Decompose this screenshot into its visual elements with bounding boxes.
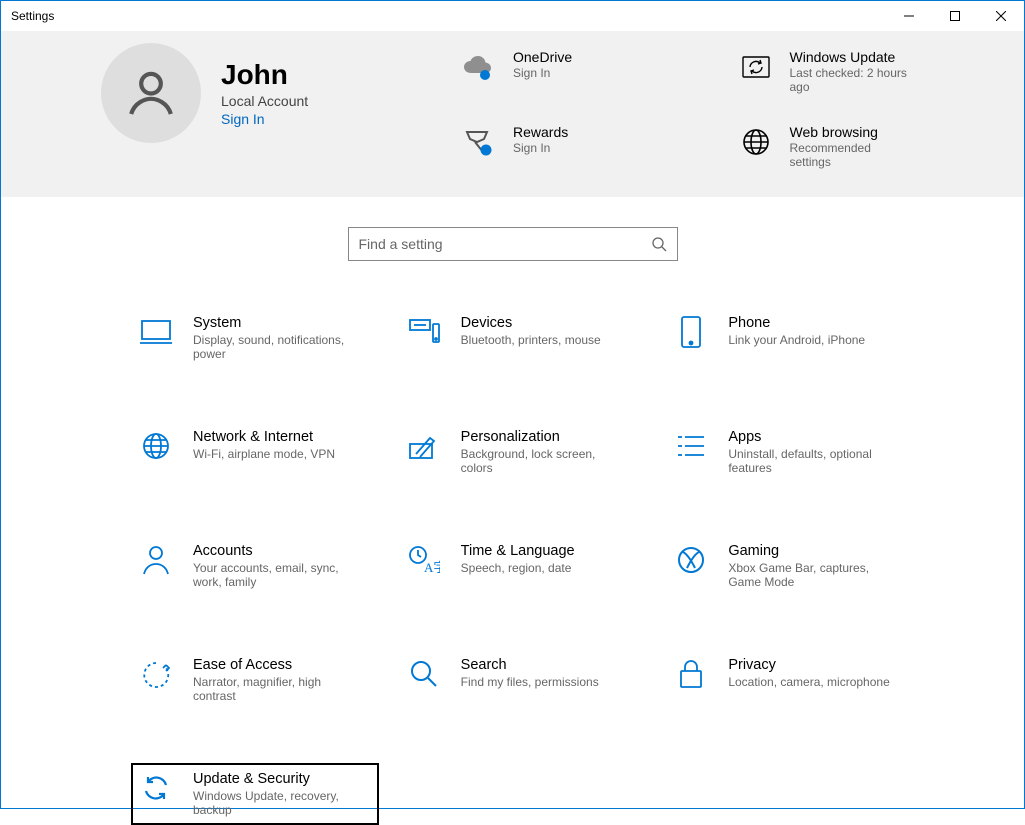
onedrive-icon bbox=[461, 49, 497, 85]
title-bar: Settings bbox=[1, 1, 1024, 31]
devices-icon bbox=[407, 315, 441, 349]
category-sub: Background, lock screen, colors bbox=[461, 447, 631, 475]
person-icon bbox=[139, 543, 173, 577]
maximize-button[interactable] bbox=[932, 1, 978, 31]
tile-sub: Last checked: 2 hours ago bbox=[790, 66, 910, 94]
category-sub: Your accounts, email, sync, work, family bbox=[193, 561, 363, 589]
category-accounts[interactable]: Accounts Your accounts, email, sync, wor… bbox=[131, 535, 379, 597]
tile-web-browsing[interactable]: Web browsing Recommended settings bbox=[738, 124, 985, 169]
category-title: Gaming bbox=[728, 543, 898, 559]
search-placeholder: Find a setting bbox=[359, 236, 443, 252]
category-title: Network & Internet bbox=[193, 429, 335, 445]
tile-title: Web browsing bbox=[790, 124, 900, 140]
sync-icon bbox=[738, 49, 774, 85]
minimize-button[interactable] bbox=[886, 1, 932, 31]
category-apps[interactable]: Apps Uninstall, defaults, optional featu… bbox=[666, 421, 914, 483]
tile-sub: Sign In bbox=[513, 66, 572, 80]
category-sub: Wi-Fi, airplane mode, VPN bbox=[193, 447, 335, 461]
avatar bbox=[101, 43, 201, 143]
lock-icon bbox=[674, 657, 708, 691]
search-icon bbox=[651, 236, 667, 252]
account-type: Local Account bbox=[221, 93, 308, 109]
category-title: Apps bbox=[728, 429, 898, 445]
phone-icon bbox=[674, 315, 708, 349]
tile-sub: Sign In bbox=[513, 141, 568, 155]
category-privacy[interactable]: Privacy Location, camera, microphone bbox=[666, 649, 914, 711]
category-sub: Bluetooth, printers, mouse bbox=[461, 333, 601, 347]
category-title: Time & Language bbox=[461, 543, 575, 559]
tile-rewards[interactable]: Rewards Sign In bbox=[461, 124, 708, 169]
category-sub: Display, sound, notifications, power bbox=[193, 333, 363, 361]
sign-in-link[interactable]: Sign In bbox=[221, 111, 308, 127]
category-sub: Narrator, magnifier, high contrast bbox=[193, 675, 363, 703]
search-input[interactable]: Find a setting bbox=[348, 227, 678, 261]
user-name: John bbox=[221, 59, 308, 91]
category-network[interactable]: Network & Internet Wi-Fi, airplane mode,… bbox=[131, 421, 379, 483]
category-title: Ease of Access bbox=[193, 657, 363, 673]
update-icon bbox=[139, 771, 173, 805]
category-sub: Uninstall, defaults, optional features bbox=[728, 447, 898, 475]
category-title: Accounts bbox=[193, 543, 363, 559]
category-time-language[interactable]: A字 Time & Language Speech, region, date bbox=[399, 535, 647, 597]
category-search[interactable]: Search Find my files, permissions bbox=[399, 649, 647, 711]
settings-header: John Local Account Sign In OneDrive Sign… bbox=[1, 31, 1024, 197]
tile-onedrive[interactable]: OneDrive Sign In bbox=[461, 49, 708, 94]
rewards-icon bbox=[461, 124, 497, 160]
category-title: Personalization bbox=[461, 429, 631, 445]
category-title: System bbox=[193, 315, 363, 331]
tile-title: Windows Update bbox=[790, 49, 910, 65]
category-system[interactable]: System Display, sound, notifications, po… bbox=[131, 307, 379, 369]
category-sub: Windows Update, recovery, backup bbox=[193, 789, 363, 817]
category-update-security[interactable]: Update & Security Windows Update, recove… bbox=[131, 763, 379, 825]
xbox-icon bbox=[674, 543, 708, 577]
window-title: Settings bbox=[11, 9, 54, 23]
category-sub: Speech, region, date bbox=[461, 561, 575, 575]
tile-sub: Recommended settings bbox=[790, 141, 900, 169]
category-title: Search bbox=[461, 657, 599, 673]
category-title: Phone bbox=[728, 315, 865, 331]
globe-icon bbox=[738, 124, 774, 160]
category-title: Update & Security bbox=[193, 771, 363, 787]
category-devices[interactable]: Devices Bluetooth, printers, mouse bbox=[399, 307, 647, 369]
paint-icon bbox=[407, 429, 441, 463]
settings-categories: System Display, sound, notifications, po… bbox=[1, 281, 1024, 825]
category-title: Devices bbox=[461, 315, 601, 331]
category-sub: Location, camera, microphone bbox=[728, 675, 889, 689]
category-sub: Find my files, permissions bbox=[461, 675, 599, 689]
system-icon bbox=[139, 315, 173, 349]
category-phone[interactable]: Phone Link your Android, iPhone bbox=[666, 307, 914, 369]
globe-icon bbox=[139, 429, 173, 463]
category-title: Privacy bbox=[728, 657, 889, 673]
ease-of-access-icon bbox=[139, 657, 173, 691]
user-block[interactable]: John Local Account Sign In bbox=[101, 43, 421, 143]
search-icon bbox=[407, 657, 441, 691]
category-personalization[interactable]: Personalization Background, lock screen,… bbox=[399, 421, 647, 483]
category-sub: Xbox Game Bar, captures, Game Mode bbox=[728, 561, 898, 589]
apps-icon bbox=[674, 429, 708, 463]
tile-windows-update[interactable]: Windows Update Last checked: 2 hours ago bbox=[738, 49, 985, 94]
tile-title: Rewards bbox=[513, 124, 568, 140]
close-button[interactable] bbox=[978, 1, 1024, 31]
tile-title: OneDrive bbox=[513, 49, 572, 65]
svg-text:A字: A字 bbox=[424, 560, 440, 575]
category-sub: Link your Android, iPhone bbox=[728, 333, 865, 347]
category-gaming[interactable]: Gaming Xbox Game Bar, captures, Game Mod… bbox=[666, 535, 914, 597]
time-language-icon: A字 bbox=[407, 543, 441, 577]
category-ease-of-access[interactable]: Ease of Access Narrator, magnifier, high… bbox=[131, 649, 379, 711]
